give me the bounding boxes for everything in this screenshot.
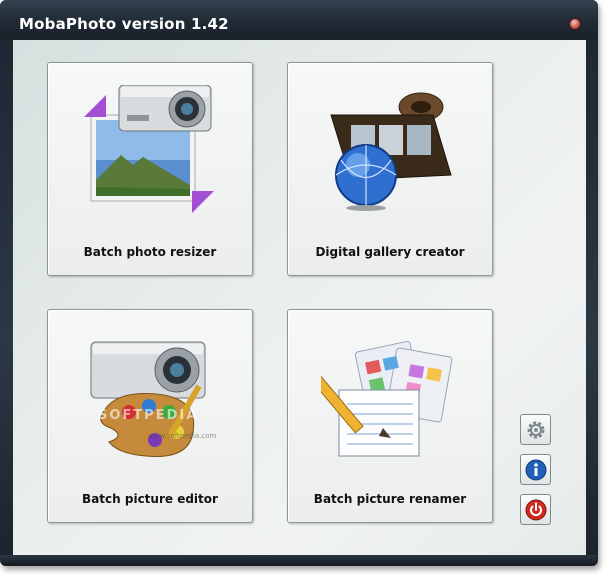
gear-icon xyxy=(527,421,545,439)
tile-label: Digital gallery creator xyxy=(315,245,465,259)
app-window: MobaPhoto version 1.42 Batch photo resiz… xyxy=(0,0,598,566)
power-icon xyxy=(525,499,547,521)
watermark-url: www.softpedia.com xyxy=(148,432,217,440)
digital-gallery-creator-button[interactable]: Digital gallery creator xyxy=(287,62,493,276)
close-window-button[interactable] xyxy=(569,18,581,30)
window-title: MobaPhoto version 1.42 xyxy=(19,15,229,33)
tile-label: Batch picture editor xyxy=(82,492,218,506)
exit-button[interactable] xyxy=(520,494,551,525)
tile-label: Batch photo resizer xyxy=(83,245,217,259)
batch-picture-renamer-button[interactable]: Batch picture renamer xyxy=(287,309,493,523)
title-bar[interactable]: MobaPhoto version 1.42 xyxy=(0,0,598,40)
tile-label: Batch picture renamer xyxy=(313,492,467,506)
batch-photo-resizer-button[interactable]: Batch photo resizer xyxy=(47,62,253,276)
film-globe-icon xyxy=(330,92,452,211)
notepad-pencil-icon xyxy=(321,340,453,457)
about-button[interactable] xyxy=(520,454,551,485)
window-bottom-edge xyxy=(0,555,598,566)
camera-resize-icon xyxy=(84,85,214,213)
info-icon xyxy=(525,459,547,481)
batch-picture-editor-button[interactable]: Batch picture editor SOFTPEDIA www.softp… xyxy=(47,309,253,523)
main-panel: Batch photo resizer Digital gallery crea… xyxy=(13,40,586,555)
camera-palette-icon xyxy=(90,341,206,457)
settings-button[interactable] xyxy=(520,414,551,445)
watermark-text: SOFTPEDIA xyxy=(98,408,199,423)
